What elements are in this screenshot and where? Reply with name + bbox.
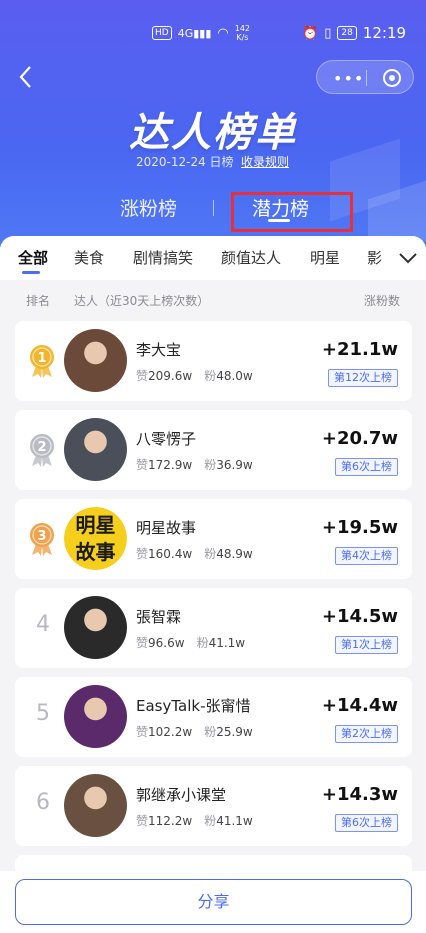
chevron-left-icon	[19, 66, 31, 88]
fans-count: 粉25.9w	[204, 725, 253, 739]
silver-medal-icon: 2	[30, 434, 54, 467]
medal-rank-number: 2	[37, 440, 46, 455]
fans-gain: +14.3w	[321, 784, 398, 805]
creator-stats: 赞160.4w 粉48.9w	[136, 545, 253, 562]
table-row[interactable]: 3 明星 故事 明星故事 赞160.4w 粉48.9w +19.5w 第4次上榜	[15, 499, 412, 579]
medal-rank-number: 1	[37, 351, 46, 366]
rank-number: 5	[36, 701, 50, 726]
category-all[interactable]: 全部	[18, 247, 48, 268]
chevron-down-icon[interactable]	[396, 246, 420, 270]
avatar[interactable]	[64, 418, 127, 481]
fans-gain: +20.7w	[321, 428, 398, 449]
share-bar: 分享	[0, 871, 426, 933]
avatar[interactable]: 明星 故事	[64, 507, 127, 570]
category-stars[interactable]: 明星	[310, 247, 340, 268]
ranking-panel: 全部 美食 剧情搞笑 颜值达人 明星 影 排名 达人（近30天上榜次数） 涨粉数…	[0, 236, 426, 933]
avatar[interactable]	[64, 329, 127, 392]
creator-name: 八零愣子	[136, 430, 197, 448]
fans-count: 粉48.9w	[204, 547, 253, 561]
avatar[interactable]	[64, 596, 127, 659]
annotation-highlight-box	[231, 192, 353, 232]
creator-stats: 赞172.9w 粉36.9w	[136, 456, 253, 473]
table-row[interactable]: 4 張智霖 赞96.6w 粉41.1w +14.5w 第1次上榜	[15, 588, 412, 668]
listing-count-badge: 第1次上榜	[335, 636, 398, 654]
avatar-text: 明星 故事	[64, 507, 127, 570]
rank-number: 4	[36, 612, 50, 637]
bronze-medal-icon: 3	[30, 523, 54, 556]
table-row[interactable]: 1 李大宝 赞209.6w 粉48.0w +21.1w 第12次上榜	[15, 321, 412, 401]
share-button[interactable]: 分享	[15, 879, 412, 925]
avatar[interactable]	[64, 774, 127, 837]
creator-stats: 赞102.2w 粉25.9w	[136, 723, 253, 740]
rules-link[interactable]: 收录规则	[241, 153, 289, 170]
listing-count-badge: 第4次上榜	[335, 547, 398, 565]
category-tabs: 全部 美食 剧情搞笑 颜值达人 明星 影	[0, 236, 426, 280]
likes-count: 赞112.2w	[136, 814, 193, 828]
tab-fans-growth[interactable]: 涨粉榜	[120, 194, 177, 221]
creator-name: 明星故事	[136, 519, 197, 537]
medal-rank-number: 3	[37, 529, 46, 544]
category-film[interactable]: 影	[367, 247, 382, 268]
close-target-icon[interactable]	[383, 69, 401, 87]
category-comedy[interactable]: 剧情搞笑	[133, 247, 193, 268]
tab-divider	[213, 200, 214, 216]
avatar[interactable]	[64, 685, 127, 748]
fans-gain: +19.5w	[321, 517, 398, 538]
header-banner: HD 4G▮▮▮ ◠ 142 K/s ⏰ ▯ 28 12:19 ••• 达人榜单 …	[0, 0, 426, 250]
status-bar: HD 4G▮▮▮ ◠ 142 K/s ⏰ ▯ 28 12:19	[0, 0, 426, 64]
column-creator: 达人（近30天上榜次数）	[74, 294, 210, 308]
category-active-indicator	[22, 271, 40, 274]
gold-medal-icon: 1	[30, 345, 54, 378]
vibrate-icon: ▯	[324, 25, 332, 41]
page-title: 达人榜单	[129, 110, 297, 156]
creator-name: 郭继承小课堂	[136, 786, 227, 804]
signal-icon: 4G▮▮▮	[177, 26, 212, 40]
hd-indicator: HD	[152, 26, 172, 40]
battery-indicator: 28	[337, 26, 357, 40]
mini-program-capsule: •••	[316, 60, 414, 94]
creator-name: EasyTalk-张甯惜	[136, 697, 251, 715]
category-looks[interactable]: 颜值达人	[221, 247, 281, 268]
likes-count: 赞96.6w	[136, 636, 185, 650]
back-button[interactable]	[16, 64, 40, 92]
creator-name: 李大宝	[136, 341, 182, 359]
creator-name: 張智霖	[136, 608, 182, 626]
table-row[interactable]: 6 郭继承小课堂 赞112.2w 粉41.1w +14.3w 第6次上榜	[15, 766, 412, 846]
likes-count: 赞209.6w	[136, 369, 193, 383]
wifi-icon: ◠	[217, 25, 229, 41]
likes-count: 赞102.2w	[136, 725, 193, 739]
listing-count-badge: 第2次上榜	[335, 725, 398, 743]
table-row[interactable]: 2 八零愣子 赞172.9w 粉36.9w +20.7w 第6次上榜	[15, 410, 412, 490]
rank-number: 6	[36, 790, 50, 815]
creator-stats: 赞209.6w 粉48.0w	[136, 367, 253, 384]
listing-count-badge: 第6次上榜	[335, 458, 398, 476]
likes-count: 赞160.4w	[136, 547, 193, 561]
fans-gain: +21.1w	[321, 339, 398, 360]
fans-count: 粉41.1w	[196, 636, 246, 650]
fans-count: 粉41.1w	[204, 814, 253, 828]
column-gain: 涨粉数	[364, 294, 401, 308]
table-row[interactable]: 5 EasyTalk-张甯惜 赞102.2w 粉25.9w +14.4w 第2次上…	[15, 677, 412, 757]
fans-gain: +14.4w	[321, 695, 398, 716]
listing-count-badge: 第12次上榜	[328, 369, 398, 387]
fans-count: 粉48.0w	[204, 369, 253, 383]
creator-stats: 赞96.6w 粉41.1w	[136, 634, 245, 651]
alarm-icon: ⏰	[302, 25, 319, 41]
column-rank: 排名	[26, 294, 51, 308]
network-speed: 142 K/s	[234, 24, 251, 42]
fans-gain: +14.5w	[321, 606, 398, 627]
category-food[interactable]: 美食	[74, 247, 104, 268]
date-line: 2020-12-24 日榜	[136, 155, 234, 169]
more-icon[interactable]: •••	[333, 69, 364, 88]
creator-stats: 赞112.2w 粉41.1w	[136, 812, 253, 829]
likes-count: 赞172.9w	[136, 458, 193, 472]
fans-count: 粉36.9w	[204, 458, 253, 472]
clock: 12:19	[362, 24, 407, 42]
listing-count-badge: 第6次上榜	[335, 814, 398, 832]
